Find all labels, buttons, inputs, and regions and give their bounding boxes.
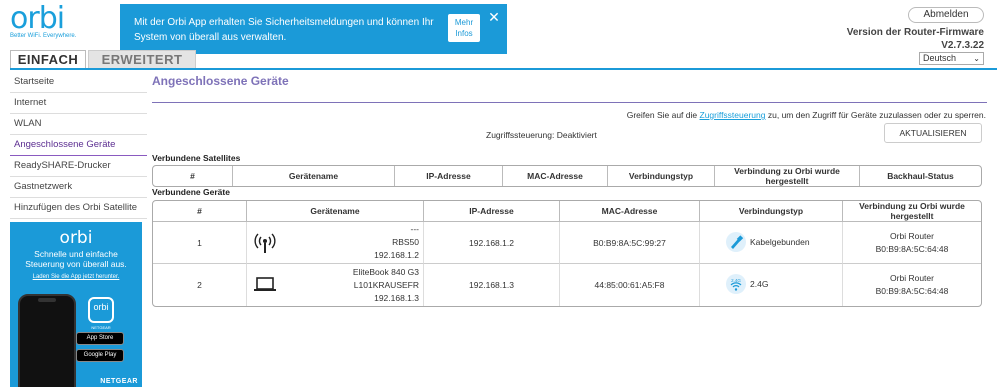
more-info-label-1: Mehr	[454, 18, 474, 27]
ethernet-icon	[726, 232, 746, 252]
sat-col-num: #	[153, 166, 233, 186]
sat-col-conn-type: Verbindungstyp	[608, 166, 715, 186]
device-name-cell: EliteBook 840 G3 L101KRAUSEFR 192.168.1.…	[247, 264, 424, 306]
app-promo: orbi Schnelle und einfache Steuerung von…	[10, 222, 142, 387]
sat-col-connected-to: Verbindung zu Orbi wurde hergestellt	[715, 166, 860, 186]
device-connected-to: Orbi Router B0:B9:8A:5C:64:48	[843, 264, 981, 306]
promo-text: Schnelle und einfache Steuerung von über…	[25, 249, 127, 269]
language-value: Deutsch	[923, 53, 957, 63]
app-store-badge[interactable]: App Store	[76, 332, 124, 345]
dev-col-ip: IP-Adresse	[424, 201, 560, 222]
orbi-app-icon: orbi	[88, 297, 114, 323]
connected-router-name: Orbi Router	[890, 230, 934, 241]
access-control-link[interactable]: Zugriffssteuerung	[700, 110, 766, 120]
sidebar-item-startseite[interactable]: Startseite	[10, 72, 147, 93]
sat-col-name: Gerätename	[233, 166, 395, 186]
connected-router-mac: B0:B9:8A:5C:64:48	[875, 286, 949, 296]
firmware-label: Version der Router-Firmware	[846, 27, 984, 38]
tab-divider	[10, 68, 997, 70]
device-num: 2	[153, 264, 247, 306]
tab-advanced[interactable]: ERWEITERT	[88, 50, 196, 68]
conn-type-label: Kabelgebunden	[750, 237, 810, 247]
dev-col-connected-to: Verbindung zu Orbi wurde hergestellt	[843, 201, 981, 222]
device-ip: 192.168.1.2	[424, 222, 560, 264]
laptop-icon	[254, 277, 276, 291]
title-divider	[152, 102, 987, 103]
sidebar: Startseite Internet WLAN Angeschlossene …	[10, 72, 147, 219]
device-name-cell: --- RBS50 192.168.1.2	[247, 222, 424, 264]
device-mac: B0:B9:8A:5C:99:27	[560, 222, 700, 264]
table-row: 1 --- RBS50 192.168.1.2 192.168.1.2 B0:B…	[153, 222, 981, 264]
dev-col-conn-type: Verbindungstyp	[700, 201, 843, 222]
logo-word: orbi	[10, 1, 65, 36]
sat-col-backhaul: Backhaul-Status	[887, 171, 954, 181]
dev-col-mac: MAC-Adresse	[560, 201, 700, 222]
app-icon-sub: NETGEAR	[91, 325, 111, 330]
access-hint-suffix: zu, um den Zugriff für Geräte zuzulassen…	[767, 110, 986, 120]
devices-table: # Gerätename IP-Adresse MAC-Adresse Verb…	[152, 200, 982, 307]
page-title: Angeschlossene Geräte	[152, 74, 289, 88]
device-mac: 44:85:00:61:A5:F8	[560, 264, 700, 306]
device-conn-type: Kabelgebunden	[700, 222, 843, 264]
app-banner: Mit der Orbi App erhalten Sie Sicherheit…	[120, 4, 507, 54]
wifi-2g-icon: 2.4G	[726, 274, 746, 294]
more-info-label-2: Infos	[455, 29, 473, 38]
sidebar-item-add-satellite[interactable]: Hinzufügen des Orbi Satellite	[10, 198, 147, 219]
satellite-icon	[254, 233, 276, 253]
refresh-button[interactable]: AKTUALISIEREN	[884, 123, 982, 143]
sat-col-mac: MAC-Adresse	[503, 166, 608, 186]
table-row: 2 EliteBook 840 G3 L101KRAUSEFR 192.168.…	[153, 264, 981, 306]
device-connected-to: Orbi Router B0:B9:8A:5C:64:48	[843, 222, 981, 264]
close-icon[interactable]: ✕	[487, 10, 501, 24]
connected-router-mac: B0:B9:8A:5C:64:48	[875, 243, 949, 254]
google-play-badge[interactable]: Google Play	[76, 349, 124, 362]
app-icon-label: orbi	[93, 302, 109, 312]
conn-type-label: 2.4G	[750, 279, 769, 289]
netgear-brand: NETGEAR	[100, 378, 138, 385]
firmware-version: V2.7.3.22	[941, 40, 984, 51]
sidebar-item-readyshare[interactable]: ReadySHARE-Drucker	[10, 156, 147, 177]
sat-col-ip: IP-Adresse	[395, 166, 503, 186]
device-conn-type: 2.4G 2.4G	[700, 264, 843, 306]
sidebar-item-guest-network[interactable]: Gastnetzwerk	[10, 177, 147, 198]
sidebar-item-attached-devices[interactable]: Angeschlossene Geräte	[10, 135, 147, 156]
satellites-heading: Verbundene Satellites	[152, 153, 241, 163]
promo-logo: orbi	[59, 228, 93, 248]
orbi-logo: orbi Better WiFi. Everywhere.	[10, 1, 80, 40]
phone-notch	[38, 298, 56, 302]
dev-col-name: Gerätename	[247, 201, 424, 222]
banner-text: Mit der Orbi App erhalten Sie Sicherheit…	[134, 17, 434, 43]
access-hint-prefix: Greifen Sie auf die	[626, 110, 698, 120]
chevron-down-icon: ⌄	[973, 54, 980, 63]
logout-button[interactable]: Abmelden	[908, 7, 984, 23]
device-num: 1	[153, 222, 247, 264]
logo-tagline: Better WiFi. Everywhere.	[10, 33, 77, 39]
connected-router-name: Orbi Router	[890, 273, 934, 283]
language-select[interactable]: Deutsch ⌄	[919, 52, 984, 65]
devices-heading: Verbundene Geräte	[152, 187, 230, 197]
more-info-button[interactable]: Mehr Infos	[448, 14, 480, 42]
satellites-table: # Gerätename IP-Adresse MAC-Adresse Verb…	[152, 165, 982, 187]
access-control-status: Zugriffssteuerung: Deaktiviert	[486, 130, 597, 140]
access-control-hint: Greifen Sie auf die Zugriffssteuerung zu…	[627, 110, 986, 120]
dev-col-num: #	[153, 201, 247, 222]
promo-download-link[interactable]: Laden Sie die App jetzt herunter.	[10, 274, 142, 280]
sidebar-item-internet[interactable]: Internet	[10, 93, 147, 114]
device-ip: 192.168.1.3	[424, 264, 560, 306]
tab-simple[interactable]: EINFACH	[10, 50, 86, 68]
sidebar-item-wlan[interactable]: WLAN	[10, 114, 147, 135]
wifi-badge-label: 2.4G	[731, 278, 741, 283]
phone-image	[18, 294, 76, 387]
